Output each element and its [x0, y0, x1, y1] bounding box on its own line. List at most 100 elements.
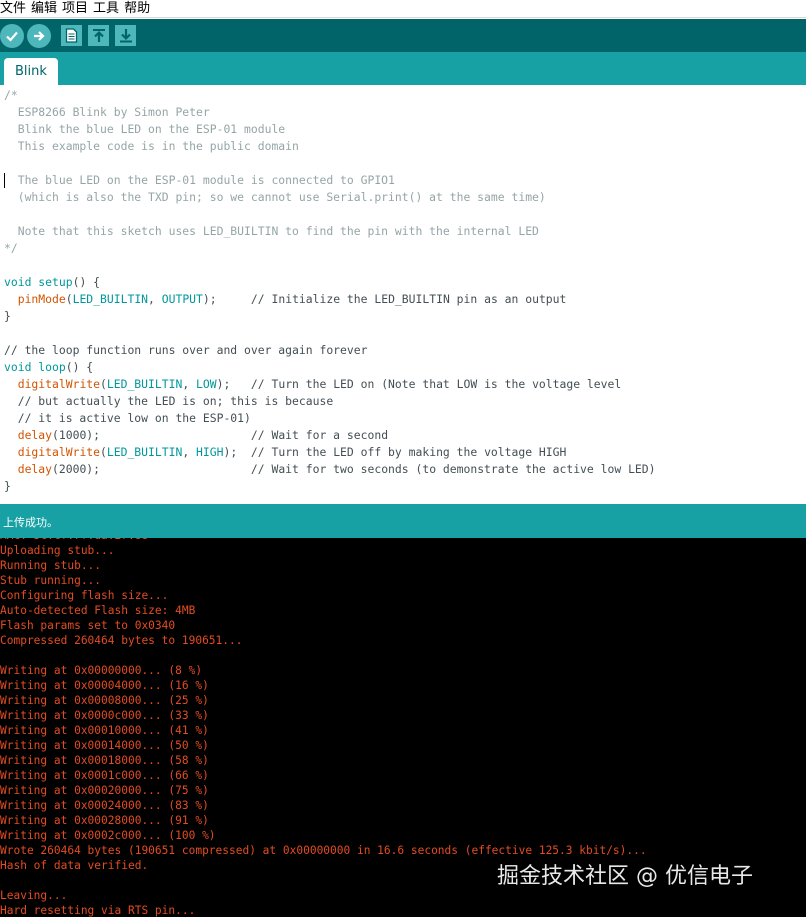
code-editor[interactable]: /* ESP8266 Blink by Simon Peter Blink th… — [0, 85, 806, 504]
tab-bar: Blink — [0, 52, 806, 85]
code-line: } — [4, 308, 11, 325]
code-token: , — [182, 377, 197, 391]
code-token: ); — [202, 292, 251, 306]
code-token: } — [4, 309, 11, 323]
console-line: Writing at 0x00018000... (58 %) — [0, 754, 209, 767]
code-token: () { — [72, 275, 101, 289]
code-line: digitalWrite(LED_BUILTIN, LOW); // Turn … — [4, 376, 622, 393]
console-line: Leaving... — [0, 889, 68, 902]
console-line: Configuring flash size... — [0, 589, 169, 602]
code-token: ); — [223, 445, 251, 459]
menu-sketch[interactable]: 项目 — [62, 1, 93, 17]
code-token: ); — [216, 377, 251, 391]
console-line: Writing at 0x00014000... (50 %) — [0, 739, 209, 752]
console-line: Running stub... — [0, 559, 102, 572]
console-line: Writing at 0x00000000... (8 %) — [0, 664, 203, 677]
menu-help[interactable]: 帮助 — [124, 1, 155, 17]
code-line: */ — [4, 240, 18, 257]
watermark: 掘金技术社区 @ 优信电子 — [497, 864, 753, 889]
code-token: ( — [100, 377, 107, 391]
code-token: LED_BUILTIN — [106, 445, 183, 459]
console-line: Writing at 0x00004000... (16 %) — [0, 679, 209, 692]
code-token: ( — [100, 445, 107, 459]
code-token: delay — [17, 462, 53, 476]
code-token: /* — [4, 88, 18, 102]
code-token: (which is also the TXD pin; so we cannot… — [4, 190, 546, 204]
code-token: void — [4, 275, 32, 289]
code-line: delay(2000); // Wait for two seconds (to… — [4, 461, 656, 478]
menu-edit[interactable]: 编辑 — [31, 1, 62, 17]
code-line: ESP8266 Blink by Simon Peter — [4, 104, 210, 121]
new-button[interactable] — [61, 25, 82, 46]
toolbar — [0, 19, 806, 52]
console-line: Writing at 0x00028000... (91 %) — [0, 814, 209, 827]
code-token: ESP8266 Blink by Simon Peter — [4, 105, 210, 119]
code-token: () { — [65, 360, 94, 374]
code-token: // Turn the LED off by making the voltag… — [250, 445, 567, 459]
code-token: OUTPUT — [161, 292, 203, 306]
code-line: // it is active low on the ESP-01) — [4, 410, 251, 427]
console-line: Hash of data verified. — [0, 859, 149, 872]
code-line: Note that this sketch uses LED_BUILTIN t… — [4, 223, 539, 240]
code-token: // Wait for a second — [250, 428, 389, 442]
console-line: Writing at 0x00020000... (75 %) — [0, 784, 209, 797]
code-token: // Turn the LED on (Note that LOW is the… — [250, 377, 622, 391]
open-button[interactable] — [88, 25, 109, 46]
code-token: HIGH — [196, 445, 224, 459]
verify-button[interactable] — [0, 24, 24, 48]
code-line: delay(1000); // Wait for a second — [4, 427, 388, 444]
code-line: This example code is in the public domai… — [4, 138, 299, 155]
console-line: Writing at 0x00008000... (25 %) — [0, 694, 209, 707]
console-line: Writing at 0x0001c000... (66 %) — [0, 769, 209, 782]
code-token: LED_BUILTIN — [72, 292, 149, 306]
console-line: Compressed 260464 bytes to 190651... — [0, 634, 243, 647]
code-token: ( — [65, 292, 73, 306]
code-line: The blue LED on the ESP-01 module is con… — [4, 172, 395, 189]
code-token: , — [148, 292, 162, 306]
console-line: Flash params set to 0x0340 — [0, 619, 176, 632]
code-line: pinMode(LED_BUILTIN, OUTPUT); // Initial… — [4, 291, 567, 308]
code-line: (which is also the TXD pin; so we cannot… — [4, 189, 546, 206]
code-token: // Initialize the LED_BUILTIN pin as an … — [250, 292, 567, 306]
status-message: 上传成功。 — [3, 516, 58, 529]
code-line: Blink the blue LED on the ESP-01 module — [4, 121, 285, 138]
console-line: Writing at 0x0002c000... (100 %) — [0, 829, 216, 842]
code-token: // it is active low on the ESP-01) — [4, 411, 251, 425]
code-token: (2000); — [52, 462, 251, 476]
arrow-up-icon — [92, 29, 105, 42]
console-line: Auto-detected Flash size: 4MB — [0, 604, 196, 617]
code-token: This example code is in the public domai… — [4, 139, 299, 153]
menu-tools[interactable]: 工具 — [93, 1, 124, 17]
arrow-down-icon — [119, 29, 132, 43]
code-token: // but actually the LED is on; this is b… — [4, 394, 334, 408]
code-token: digitalWrite — [17, 445, 101, 459]
code-token: (1000); — [52, 428, 251, 442]
tab-blink[interactable]: Blink — [4, 58, 58, 85]
arrow-right-icon — [34, 31, 45, 41]
console-line: Writing at 0x00010000... (41 %) — [0, 724, 209, 737]
code-token: LOW — [196, 377, 217, 391]
code-token: LED_BUILTIN — [106, 377, 183, 391]
console-line: Hard resetting via RTS pin... — [0, 904, 196, 917]
code-token: void — [4, 360, 32, 374]
code-token: digitalWrite — [17, 377, 101, 391]
code-token: } — [4, 479, 11, 493]
console-line: Writing at 0x0000c000... (33 %) — [0, 709, 209, 722]
code-line: void loop() { — [4, 359, 93, 376]
code-token: loop — [38, 360, 66, 374]
code-token: Blink the blue LED on the ESP-01 module — [4, 122, 286, 136]
code-line: } — [4, 478, 11, 495]
code-line: // but actually the LED is on; this is b… — [4, 393, 333, 410]
menu-bar: 文件 编辑 项目 工具 帮助 — [0, 0, 806, 18]
menu-file[interactable]: 文件 — [0, 1, 31, 17]
code-token: // Wait for two seconds (to demonstrate … — [250, 462, 656, 476]
checkmark-icon — [6, 31, 18, 42]
upload-button[interactable] — [27, 24, 51, 48]
code-line: digitalWrite(LED_BUILTIN, HIGH); // Turn… — [4, 444, 567, 461]
save-button[interactable] — [115, 25, 136, 46]
console-line: Wrote 260464 bytes (190651 compressed) a… — [0, 844, 647, 857]
